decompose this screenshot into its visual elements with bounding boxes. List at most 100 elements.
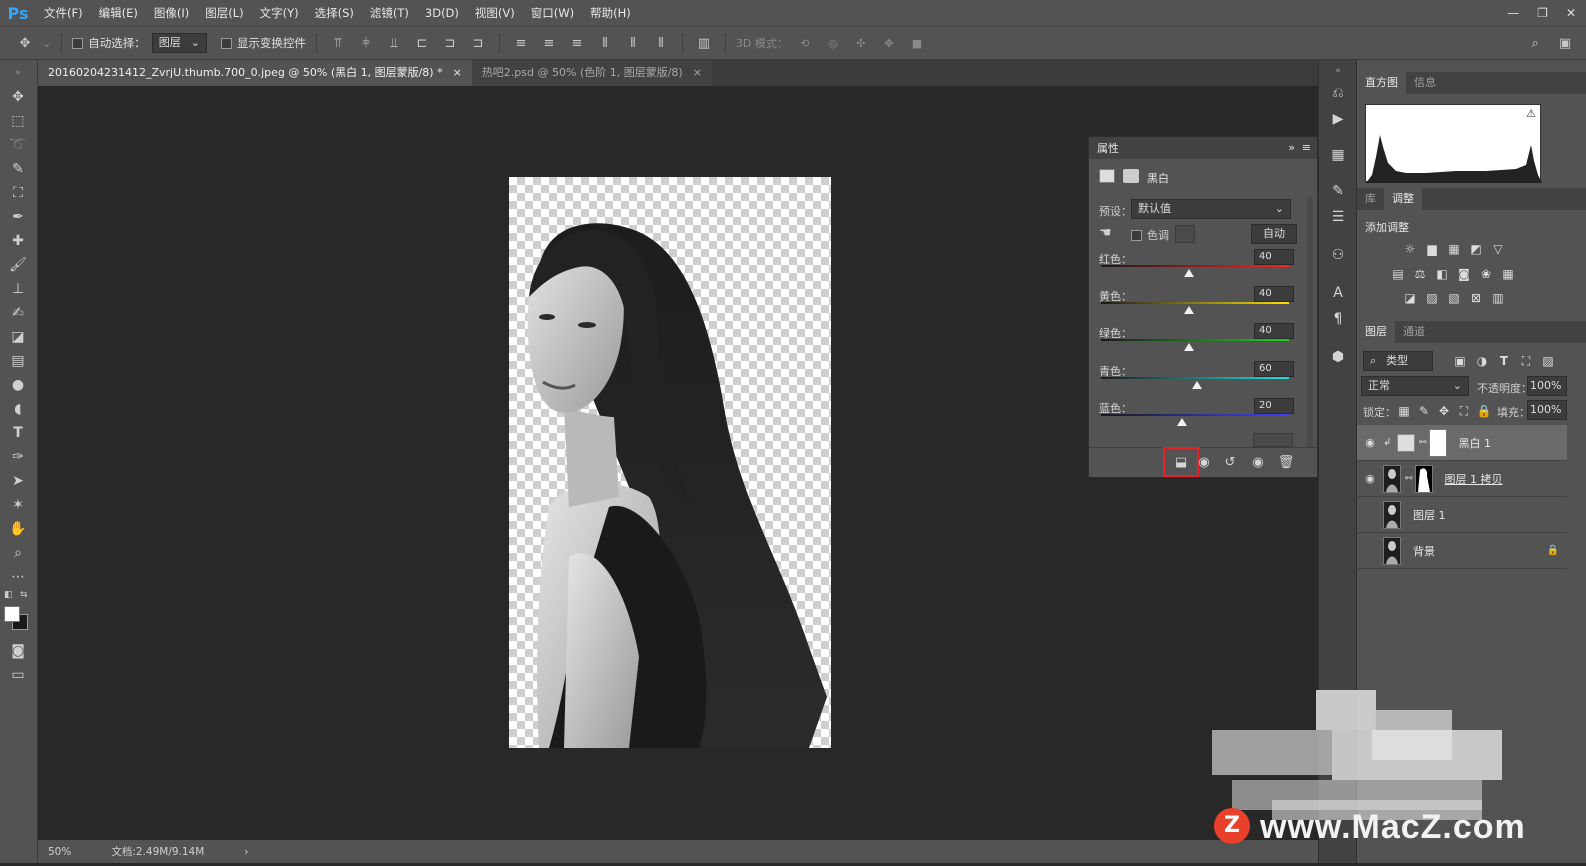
blur-tool-icon[interactable]: ● <box>5 374 31 396</box>
exposure-icon[interactable]: ◩ <box>1467 241 1485 257</box>
menu-3d[interactable]: 3D(D) <box>417 0 467 26</box>
eraser-tool-icon[interactable]: ◪ <box>5 326 31 348</box>
hand-tool-icon[interactable]: ✋ <box>5 518 31 540</box>
visibility-eye-icon[interactable]: ◉ <box>1357 436 1383 449</box>
more-tools-icon[interactable]: ⋯ <box>5 566 31 588</box>
3d-slide-icon[interactable]: ✥ <box>878 32 900 54</box>
posterize-icon[interactable]: ▨ <box>1423 290 1441 306</box>
checkbox-box[interactable] <box>72 37 84 49</box>
slider-value-input[interactable]: 40 <box>1254 249 1294 265</box>
slider-track[interactable] <box>1101 414 1289 416</box>
slider-track[interactable] <box>1101 265 1289 267</box>
swap-colors-icon[interactable]: ⇆ <box>20 590 28 600</box>
gradient-map-icon[interactable]: ▥ <box>1489 290 1507 306</box>
properties-icon[interactable]: ▦ <box>1327 144 1349 166</box>
clone-source-icon[interactable]: ⚇ <box>1327 244 1349 266</box>
history-brush-icon[interactable]: ✍ <box>5 302 31 324</box>
pen-tool-icon[interactable]: ✑ <box>5 446 31 468</box>
menu-select[interactable]: 选择(S) <box>307 0 362 26</box>
photo-filter-icon[interactable]: ◙ <box>1455 266 1473 282</box>
tab-document-2[interactable]: 热吧2.psd @ 50% (色阶 1, 图层蒙版/8) × <box>471 60 712 86</box>
slider-thumb[interactable] <box>1184 343 1195 351</box>
auto-align-icon[interactable]: ▥ <box>693 32 715 54</box>
layer-name[interactable]: 背景 <box>1413 543 1435 559</box>
preset-dropdown[interactable]: 默认值 ⌄ <box>1131 199 1291 219</box>
minimize-icon[interactable]: — <box>1507 6 1519 20</box>
layer-filter-dropdown[interactable]: ⌕ 类型 <box>1363 351 1433 371</box>
status-arrow-icon[interactable]: › <box>244 846 248 858</box>
default-colors-icon[interactable]: ◧ <box>4 590 13 600</box>
visibility-eye-icon[interactable]: ◉ <box>1247 453 1269 471</box>
gradient-tool-icon[interactable]: ▤ <box>5 350 31 372</box>
menu-filter[interactable]: 滤镜(T) <box>362 0 417 26</box>
menu-type[interactable]: 文字(Y) <box>252 0 307 26</box>
tab-library[interactable]: 库 <box>1357 188 1384 210</box>
lock-artboard-icon[interactable]: ⛶ <box>1455 403 1473 419</box>
tool-preset-chevron-icon[interactable]: ⌄ <box>42 37 51 50</box>
3d-cube-icon[interactable]: ⬢ <box>1327 346 1349 368</box>
slider-thumb[interactable] <box>1191 381 1202 389</box>
lasso-tool-icon[interactable]: ➰ <box>5 134 31 156</box>
filter-shape-icon[interactable]: ⛶ <box>1517 353 1535 369</box>
channel-mixer-icon[interactable]: ❀ <box>1477 266 1495 282</box>
dodge-tool-icon[interactable]: ◖ <box>5 398 31 420</box>
layer-row[interactable]: 背景 🔒 <box>1357 533 1567 569</box>
menu-image[interactable]: 图像(I) <box>146 0 197 26</box>
tint-checkbox[interactable]: 色调 <box>1131 227 1169 243</box>
slider-track[interactable] <box>1101 339 1289 341</box>
screen-mode-icon[interactable]: ▭ <box>5 664 31 686</box>
tab-close-icon[interactable]: × <box>453 60 462 86</box>
tab-adjustments[interactable]: 调整 <box>1384 188 1422 210</box>
auto-select-checkbox[interactable]: 自动选择： <box>72 35 146 51</box>
character-icon[interactable]: A <box>1327 282 1349 304</box>
selective-color-icon[interactable]: ⊠ <box>1467 290 1485 306</box>
color-lookup-icon[interactable]: ▦ <box>1499 266 1517 282</box>
layer-thumb[interactable] <box>1383 464 1401 493</box>
properties-scrollbar[interactable] <box>1307 197 1313 447</box>
lock-transparent-icon[interactable]: ▦ <box>1395 403 1413 419</box>
hue-saturation-icon[interactable]: ▤ <box>1389 266 1407 282</box>
tint-color-swatch[interactable] <box>1175 225 1195 243</box>
quick-mask-icon[interactable]: ◙ <box>5 640 31 662</box>
checkbox-box[interactable] <box>1131 229 1142 241</box>
3d-scale-icon[interactable]: ■ <box>906 32 928 54</box>
auto-select-target-dropdown[interactable]: 图层 ⌄ <box>151 33 207 53</box>
checkbox-box[interactable] <box>220 37 232 49</box>
3d-rotate-icon[interactable]: ⟲ <box>794 32 816 54</box>
lock-position-icon[interactable]: ✥ <box>1435 403 1453 419</box>
brightness-icon[interactable]: ☼ <box>1401 241 1419 257</box>
adjustment-icon[interactable] <box>1099 169 1115 183</box>
vibrance-icon[interactable]: ▽ <box>1489 241 1507 257</box>
brush-settings-icon[interactable]: ☰ <box>1327 206 1349 228</box>
history-icon[interactable]: ⎌ <box>1327 82 1349 104</box>
adjustment-layer-thumb[interactable] <box>1397 433 1415 452</box>
tab-document-1[interactable]: 20160204231412_ZvrjU.thumb.700_0.jpeg @ … <box>38 60 472 86</box>
panel-menu-icon[interactable]: ≡ <box>1302 141 1311 154</box>
color-balance-icon[interactable]: ⚖ <box>1411 266 1429 282</box>
slider-thumb[interactable] <box>1176 418 1187 426</box>
tab-layers[interactable]: 图层 <box>1357 321 1395 343</box>
lock-all-icon[interactable]: 🔒 <box>1475 403 1493 419</box>
layer-thumb[interactable] <box>1383 500 1401 529</box>
distribute-left-icon[interactable]: ⦀ <box>594 32 616 54</box>
align-right-icon[interactable]: ⊐ <box>467 32 489 54</box>
trash-icon[interactable]: 🗑 <box>1275 453 1297 471</box>
opacity-input[interactable]: 100% <box>1527 376 1567 396</box>
clone-stamp-icon[interactable]: ⊥ <box>5 278 31 300</box>
distribute-vcenter-icon[interactable]: ≡ <box>538 32 560 54</box>
eyedropper-tool-icon[interactable]: ✒ <box>5 206 31 228</box>
path-select-icon[interactable]: ➤ <box>5 470 31 492</box>
filter-type-icon[interactable]: T <box>1495 353 1513 369</box>
tab-info[interactable]: 信息 <box>1406 72 1444 94</box>
mask-icon[interactable] <box>1123 169 1139 183</box>
slider-thumb[interactable] <box>1184 269 1195 277</box>
properties-title[interactable]: 属性 <box>1097 140 1119 156</box>
distribute-hcenter-icon[interactable]: ⦀ <box>622 32 644 54</box>
view-previous-state-icon[interactable]: ◉ <box>1193 453 1215 471</box>
menu-layer[interactable]: 图层(L) <box>197 0 251 26</box>
document-canvas-image[interactable] <box>509 177 831 748</box>
slider-value-input[interactable]: 40 <box>1254 286 1294 302</box>
blend-mode-dropdown[interactable]: 正常 ⌄ <box>1361 376 1469 396</box>
paragraph-icon[interactable]: ¶ <box>1327 308 1349 330</box>
layer-mask-thumb[interactable] <box>1414 464 1433 493</box>
